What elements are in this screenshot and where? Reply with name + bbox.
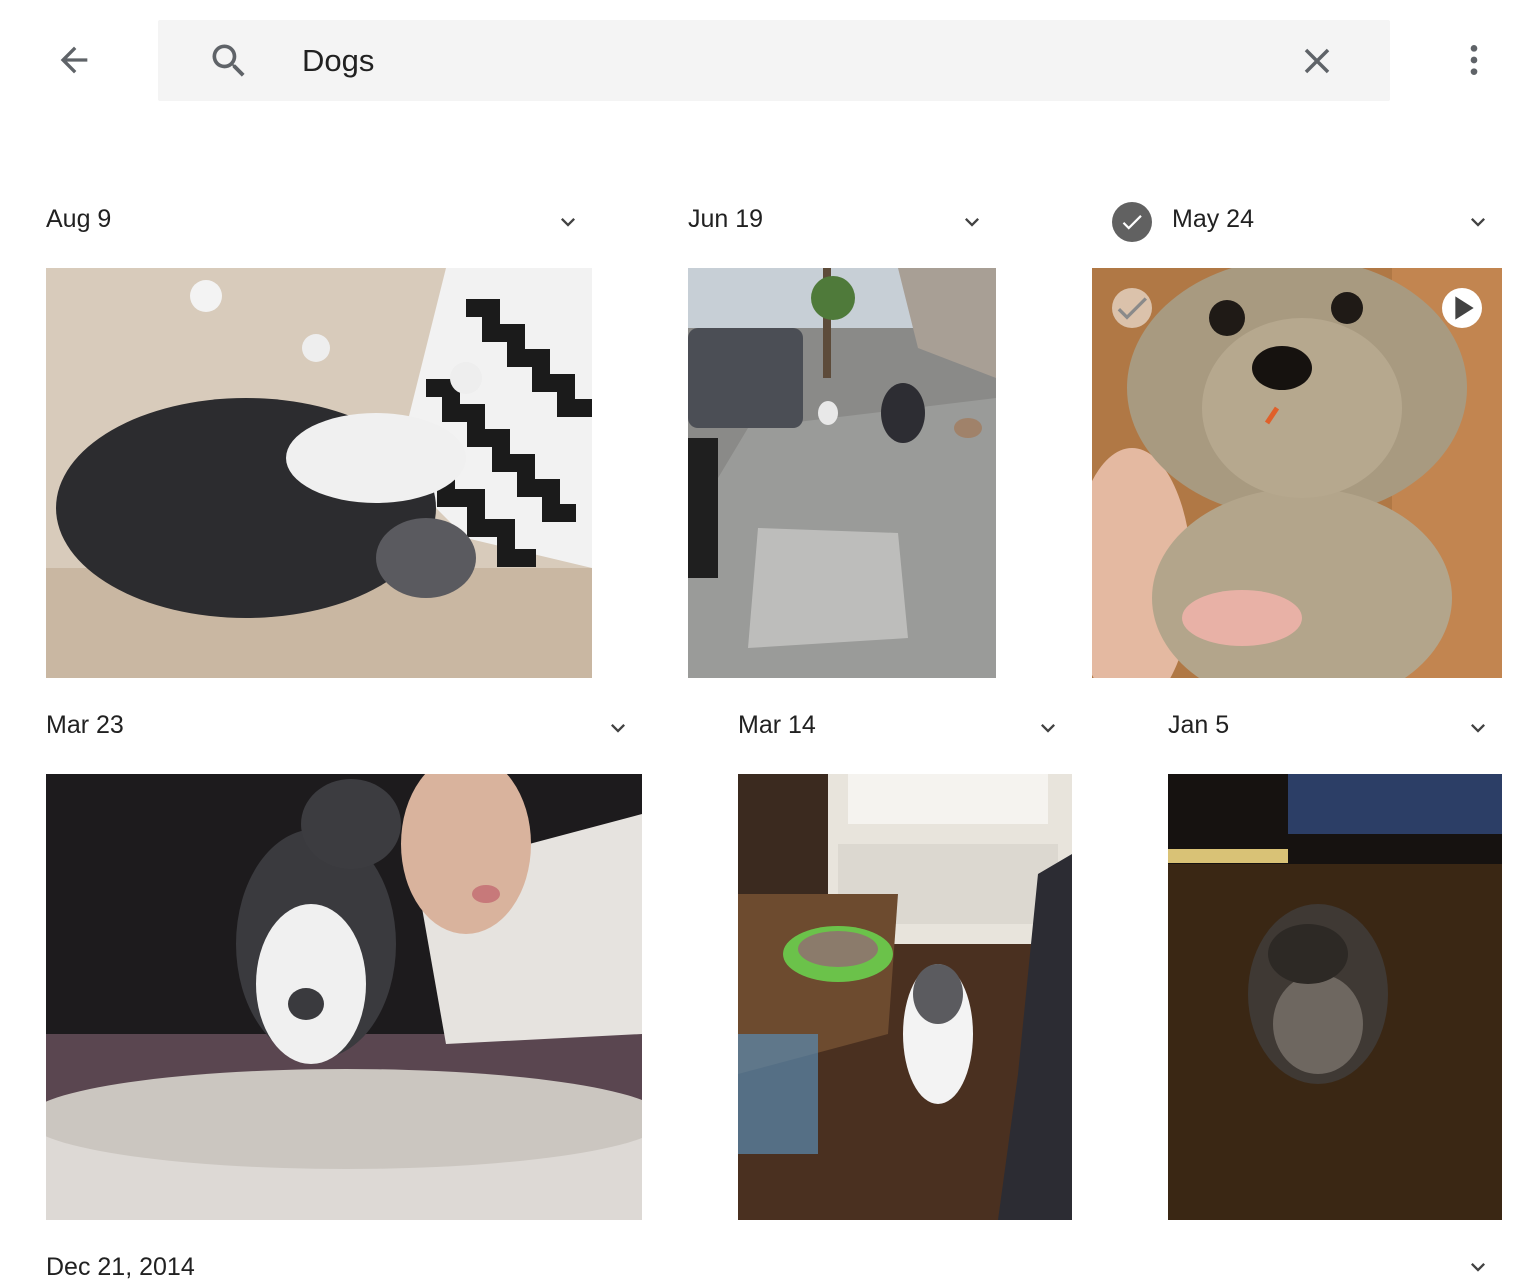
date-label: Mar 23 [46, 711, 124, 739]
search-icon [212, 44, 245, 77]
back-button[interactable] [44, 30, 104, 90]
group-select-check[interactable] [1112, 202, 1152, 242]
chevron-down-icon [611, 724, 625, 733]
search-input[interactable] [302, 20, 1282, 101]
search-button[interactable] [202, 37, 256, 85]
expand-group-button[interactable] [954, 204, 990, 240]
video-play-badge [1442, 288, 1482, 328]
photo-cat-kiss[interactable] [46, 774, 642, 1220]
chevron-down-icon [965, 218, 979, 227]
expand-group-button[interactable] [600, 710, 636, 746]
photo-select-check[interactable] [1112, 288, 1152, 328]
more-options-button[interactable] [1450, 30, 1498, 90]
date-label: Aug 9 [46, 205, 112, 233]
expand-group-button[interactable] [1030, 710, 1066, 746]
chevron-down-icon [1471, 1263, 1485, 1272]
expand-group-button[interactable] [1460, 710, 1496, 746]
check-icon [1117, 297, 1147, 320]
photo-cat-sleeping[interactable] [46, 268, 592, 678]
chevron-down-icon [1471, 724, 1485, 733]
chevron-down-icon [561, 218, 575, 227]
photo-plush-dog[interactable] [1092, 268, 1502, 678]
expand-group-button[interactable] [1460, 1252, 1496, 1282]
photo-sidewalk-dogs[interactable] [688, 268, 996, 678]
close-icon [1304, 48, 1330, 74]
search-bar [158, 20, 1390, 101]
date-label: May 24 [1172, 205, 1254, 233]
date-label: Mar 14 [738, 711, 816, 739]
more-vert-icon [1470, 45, 1478, 75]
clear-search-button[interactable] [1290, 37, 1344, 85]
expand-group-button[interactable] [550, 204, 586, 240]
date-label: Dec 21, 2014 [46, 1253, 195, 1281]
photo-cat-floor[interactable] [1168, 774, 1502, 1220]
date-label: Jun 19 [688, 205, 764, 233]
play-icon [1455, 296, 1474, 320]
check-icon [1122, 215, 1142, 230]
arrow-back-icon [60, 46, 88, 74]
chevron-down-icon [1471, 218, 1485, 227]
chevron-down-icon [1041, 724, 1055, 733]
photo-cat-standing[interactable] [738, 774, 1072, 1220]
expand-group-button[interactable] [1460, 204, 1496, 240]
date-label: Jan 5 [1168, 711, 1230, 739]
